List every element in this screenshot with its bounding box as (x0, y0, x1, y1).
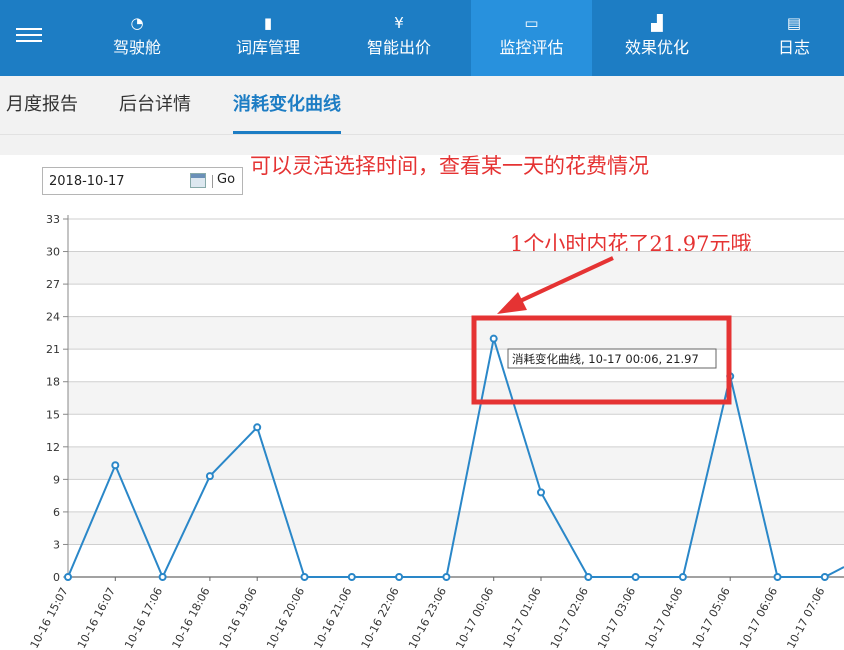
y-tick-label: 12 (46, 441, 60, 454)
data-point (158, 573, 167, 581)
grid-band (68, 251, 844, 285)
data-point (395, 573, 404, 581)
x-tick-label: 10-17 07:06 (784, 585, 827, 650)
y-tick-label: 33 (46, 213, 60, 226)
x-tick-label: 10-17 05:06 (690, 585, 733, 650)
y-tick-label: 9 (53, 473, 60, 486)
x-tick-label: 10-16 19:06 (217, 585, 260, 650)
data-point (820, 573, 829, 581)
y-tick-label: 6 (53, 506, 60, 519)
y-tick-label: 30 (46, 246, 60, 259)
annotation-arrowhead (497, 292, 527, 314)
data-point (537, 488, 545, 497)
data-point (489, 334, 498, 343)
y-tick-label: 15 (46, 408, 60, 421)
x-tick-label: 10-16 23:06 (406, 585, 449, 650)
data-point (205, 472, 214, 481)
x-tick-label: 10-16 21:06 (311, 585, 354, 650)
data-point (631, 573, 640, 581)
data-point (347, 573, 356, 581)
grid-band (68, 446, 844, 480)
x-tick-label: 10-16 17:06 (122, 585, 165, 650)
y-tick-label: 24 (46, 311, 60, 324)
x-tick-label: 10-17 03:06 (595, 585, 638, 650)
y-tick-label: 3 (53, 538, 60, 551)
y-tick-label: 21 (46, 343, 60, 356)
x-tick-label: 10-16 20:06 (264, 585, 307, 650)
data-point (442, 573, 451, 581)
x-tick-label: 10-16 15:07 (28, 585, 71, 650)
x-tick-label: 10-17 02:06 (548, 585, 591, 650)
data-point (253, 423, 262, 432)
x-tick-label: 10-16 16:07 (75, 585, 118, 650)
y-tick-label: 0 (53, 571, 60, 584)
x-tick-label: 10-16 22:06 (359, 585, 402, 650)
x-tick-label: 10-16 18:06 (170, 585, 213, 650)
x-tick-label: 10-17 00:06 (453, 585, 496, 650)
data-point (678, 573, 687, 581)
data-point (64, 573, 72, 581)
data-point (300, 573, 309, 581)
y-tick-label: 18 (46, 376, 60, 389)
tooltip-text: 消耗变化曲线, 10-17 00:06, 21.97 (512, 352, 699, 366)
data-point (111, 461, 120, 470)
consumption-line-chart: 0 3 6 9 12 15 18 21 24 27 30 33 10-16 15:07 10-16 16:… (28, 213, 844, 650)
y-tick-label: 27 (46, 278, 60, 291)
data-point (584, 573, 593, 581)
x-tick-label: 10-17 01:06 (501, 585, 544, 650)
x-tick-label: 10-17 04:06 (643, 585, 686, 650)
x-tick-label: 10-17 06:06 (737, 585, 780, 650)
data-point (773, 573, 782, 581)
